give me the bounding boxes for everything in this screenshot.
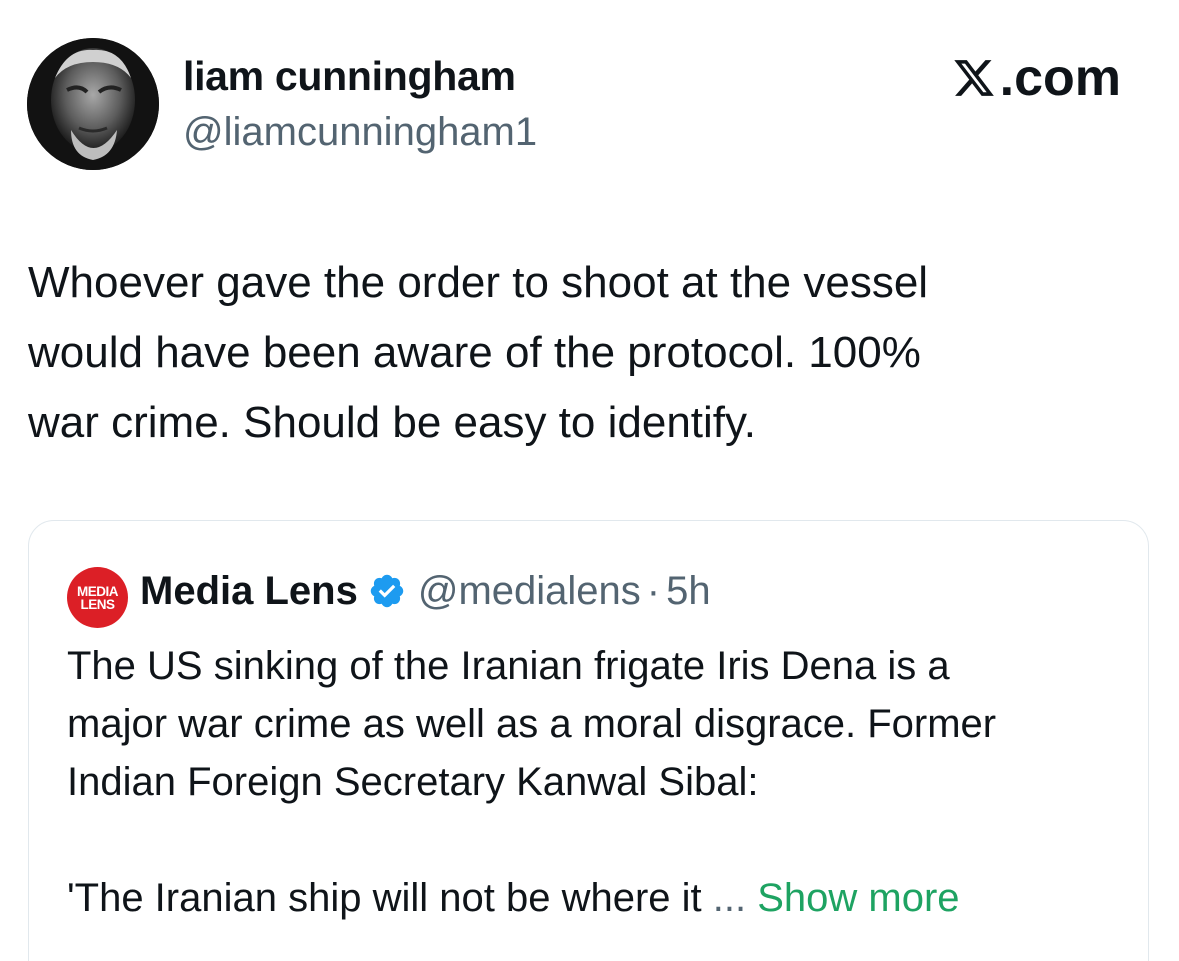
quoted-timestamp[interactable]: 5h <box>666 569 711 614</box>
paragraph-break <box>67 811 1137 869</box>
site-branding: .com <box>952 48 1121 108</box>
site-label: .com <box>999 49 1121 107</box>
author-handle[interactable]: @liamcunningham1 <box>183 110 537 155</box>
quoted-display-name[interactable]: Media Lens <box>140 569 358 614</box>
show-more-link[interactable]: Show more <box>757 876 959 920</box>
media-lens-logo[interactable]: MEDIA LENS <box>67 567 128 628</box>
separator-dot: · <box>646 568 661 613</box>
quoted-tweet-header: Media Lens @medialens · 5h <box>140 565 711 617</box>
x-logo-icon <box>953 60 994 96</box>
verified-badge-icon <box>370 574 404 608</box>
quoted-text-line: 'The Iranian ship will not be where it <box>67 876 702 920</box>
tweet-text-line: Whoever gave the order to shoot at the v… <box>28 258 929 307</box>
logo-text-line: MEDIA <box>77 583 119 599</box>
tweet-text-line: war crime. Should be easy to identify. <box>28 398 756 447</box>
ellipsis: ... <box>712 876 747 920</box>
quoted-text-line: Indian Foreign Secretary Kanwal Sibal: <box>67 760 759 804</box>
quoted-handle[interactable]: @medialens <box>418 569 641 614</box>
tweet-text: Whoever gave the order to shoot at the v… <box>28 248 1128 458</box>
quoted-tweet-text: The US sinking of the Iranian frigate Ir… <box>67 637 1137 927</box>
author-display-name[interactable]: liam cunningham <box>183 53 516 100</box>
tweet-text-line: would have been aware of the protocol. 1… <box>28 328 921 377</box>
quoted-text-line-truncated: 'The Iranian ship will not be where it .… <box>67 869 1137 927</box>
avatar-photo <box>27 38 159 170</box>
quoted-text-line: major war crime as well as a moral disgr… <box>67 702 997 746</box>
quoted-text-line: The US sinking of the Iranian frigate Ir… <box>67 644 950 688</box>
logo-text-line: LENS <box>80 596 115 612</box>
quoted-tweet-card[interactable]: MEDIA LENS Media Lens @medialens · 5h Th… <box>28 520 1149 961</box>
author-avatar[interactable] <box>27 38 159 170</box>
